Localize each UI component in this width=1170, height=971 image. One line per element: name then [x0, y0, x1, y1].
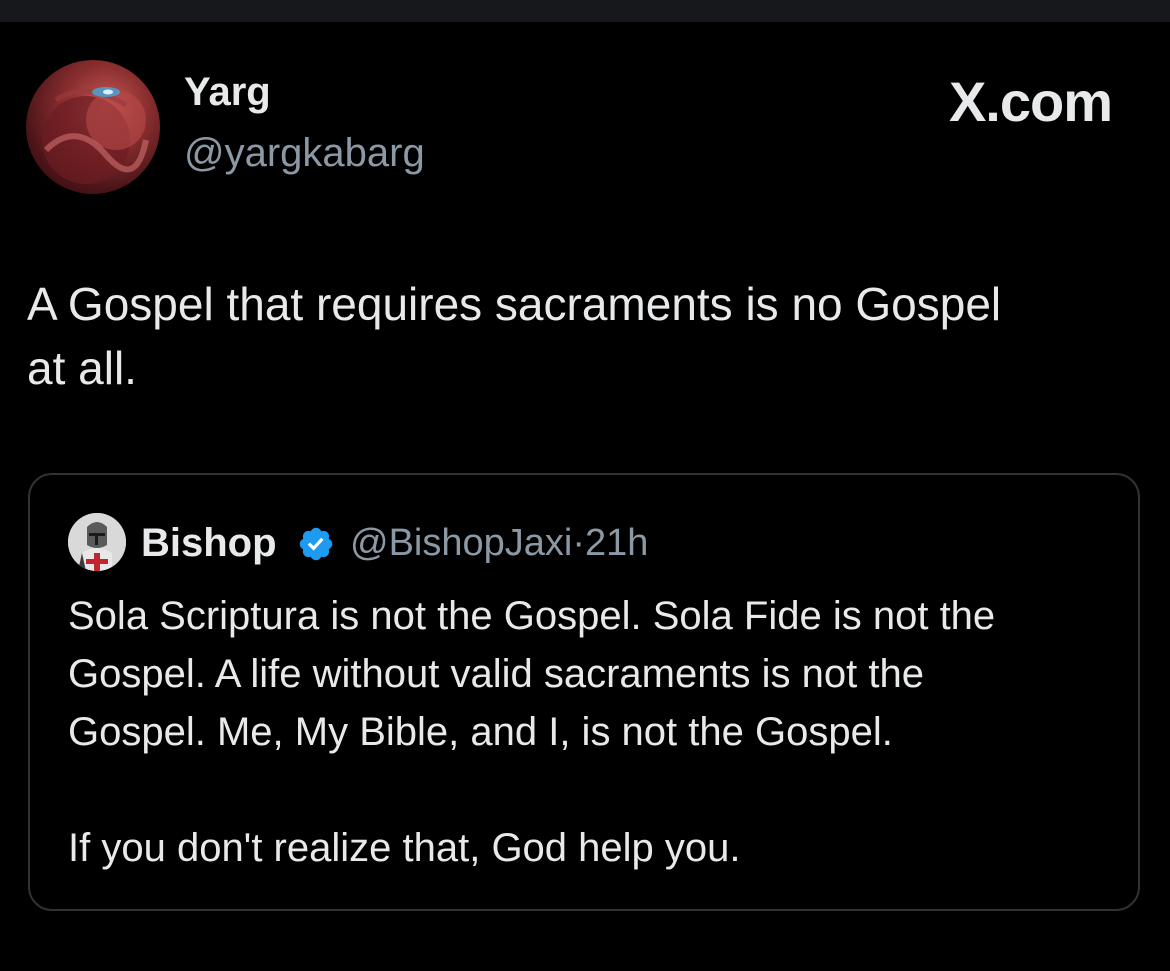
brand-logo: X.com	[948, 70, 1113, 133]
verified-badge-icon	[299, 527, 333, 561]
status-strip	[0, 0, 1170, 22]
quote-text: Sola Scriptura is not the Gospel. Sola F…	[68, 587, 1118, 877]
quote-author-avatar[interactable]	[68, 513, 126, 571]
quote-author-handle[interactable]: @BishopJaxi	[350, 522, 572, 564]
author-handle[interactable]: @yargkabarg	[184, 133, 425, 173]
quote-author-name[interactable]: Bishop	[141, 523, 277, 563]
post-text: A Gospel that requires sacraments is no …	[27, 272, 1147, 400]
quote-text-line: Gospel. Me, My Bible, and I, is not the …	[68, 710, 893, 754]
quote-timestamp[interactable]: 21h	[585, 522, 648, 564]
author-name[interactable]: Yarg	[184, 72, 271, 112]
author-avatar[interactable]	[26, 60, 160, 194]
quote-meta: @BishopJaxi·21h	[350, 524, 648, 562]
quoted-post-card[interactable]: Bishop @BishopJaxi·21h Sola Scriptura is…	[28, 473, 1140, 911]
post-text-line: at all.	[27, 342, 137, 394]
quote-text-closing: If you don't realize that, God help you.	[68, 826, 741, 870]
meta-separator: ·	[572, 522, 585, 564]
post-text-line: A Gospel that requires sacraments is no …	[27, 278, 1002, 330]
quote-text-line: Gospel. A life without valid sacraments …	[68, 652, 924, 696]
quote-text-line: Sola Scriptura is not the Gospel. Sola F…	[68, 594, 996, 638]
